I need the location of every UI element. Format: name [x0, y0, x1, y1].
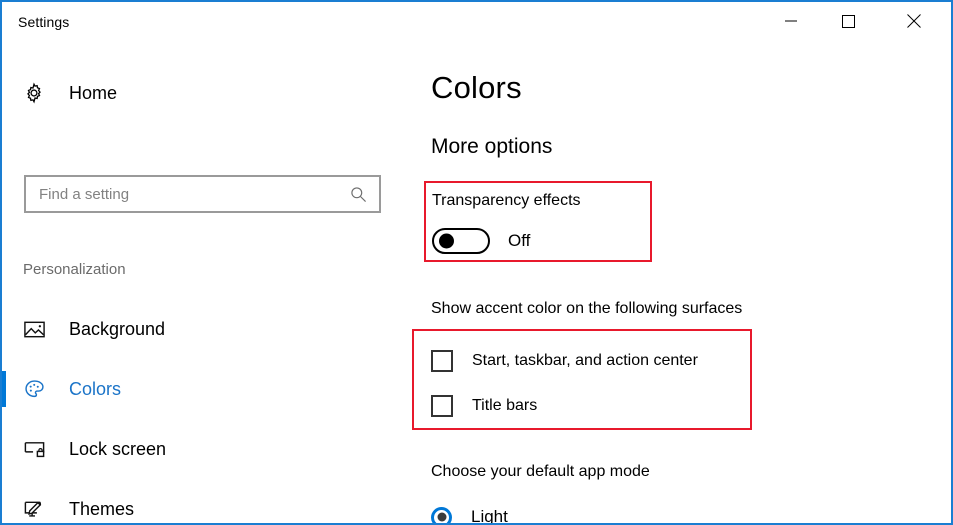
- minimize-button[interactable]: [768, 2, 814, 40]
- themes-icon: [20, 498, 48, 521]
- selection-accent-bar: [2, 431, 6, 467]
- sidebar-home-label: Home: [69, 82, 118, 103]
- radio-label: Light: [471, 507, 508, 525]
- app-mode-heading: Choose your default app mode: [431, 463, 650, 480]
- transparency-toggle-row: Off: [432, 228, 530, 254]
- checkbox-row-title-bars[interactable]: Title bars: [431, 383, 698, 428]
- sidebar-item-label: Lock screen: [69, 438, 167, 459]
- sidebar-item-label: Background: [69, 318, 166, 339]
- sidebar-item-home[interactable]: Home: [20, 76, 117, 110]
- selection-accent-bar: [2, 311, 6, 347]
- checkbox-title-bars[interactable]: [431, 394, 453, 417]
- transparency-effects-label: Transparency effects: [432, 192, 581, 209]
- sidebar-item-colors[interactable]: Colors: [2, 359, 402, 419]
- sidebar: Home Personalization: [2, 44, 402, 523]
- app-mode-options: Light: [431, 499, 508, 525]
- search-input[interactable]: [26, 185, 350, 203]
- minimize-icon: [785, 15, 797, 27]
- radio-row-light[interactable]: Light: [431, 499, 508, 525]
- maximize-button[interactable]: [825, 2, 871, 40]
- picture-icon: [20, 318, 48, 341]
- settings-window: Settings Home Find a setting Personaliza…: [0, 0, 953, 525]
- sidebar-nav-list: Background Colors Lock screen Themes: [2, 299, 402, 523]
- checkbox-label: Title bars: [472, 396, 538, 414]
- radio-light[interactable]: [431, 506, 452, 523]
- sidebar-item-lock-screen[interactable]: Lock screen: [2, 419, 402, 479]
- toggle-knob: [439, 233, 454, 249]
- selection-accent-bar: [2, 491, 6, 523]
- close-icon: [907, 14, 921, 28]
- more-options-heading: More options: [431, 135, 553, 158]
- sidebar-section-label: Personalization: [23, 261, 126, 278]
- transparency-effects-toggle[interactable]: [432, 228, 490, 254]
- accent-surfaces-options: Start, taskbar, and action center Title …: [431, 338, 698, 428]
- sidebar-item-label: Colors: [69, 378, 122, 399]
- sidebar-item-themes[interactable]: Themes: [2, 479, 402, 523]
- close-button[interactable]: [891, 2, 937, 40]
- search-box[interactable]: [24, 175, 381, 213]
- main-content: Colors More options Transparency effects…: [402, 44, 951, 523]
- search-icon[interactable]: [350, 186, 379, 203]
- sidebar-item-background[interactable]: Background: [2, 299, 402, 359]
- checkbox-label: Start, taskbar, and action center: [472, 351, 698, 369]
- window-title: Settings: [18, 14, 70, 30]
- maximize-icon: [841, 14, 855, 28]
- lock-screen-icon: [20, 438, 48, 461]
- title-bar: Settings: [2, 2, 951, 44]
- gear-icon: [20, 82, 48, 104]
- transparency-toggle-state: Off: [508, 231, 531, 250]
- page-title: Colors: [431, 70, 522, 105]
- accent-surfaces-heading: Show accent color on the following surfa…: [431, 300, 743, 317]
- checkbox-start-taskbar[interactable]: [431, 349, 453, 372]
- sidebar-item-label: Themes: [69, 498, 135, 519]
- checkbox-row-start-taskbar[interactable]: Start, taskbar, and action center: [431, 338, 698, 383]
- selection-accent-bar: [2, 371, 6, 407]
- palette-icon: [20, 378, 48, 401]
